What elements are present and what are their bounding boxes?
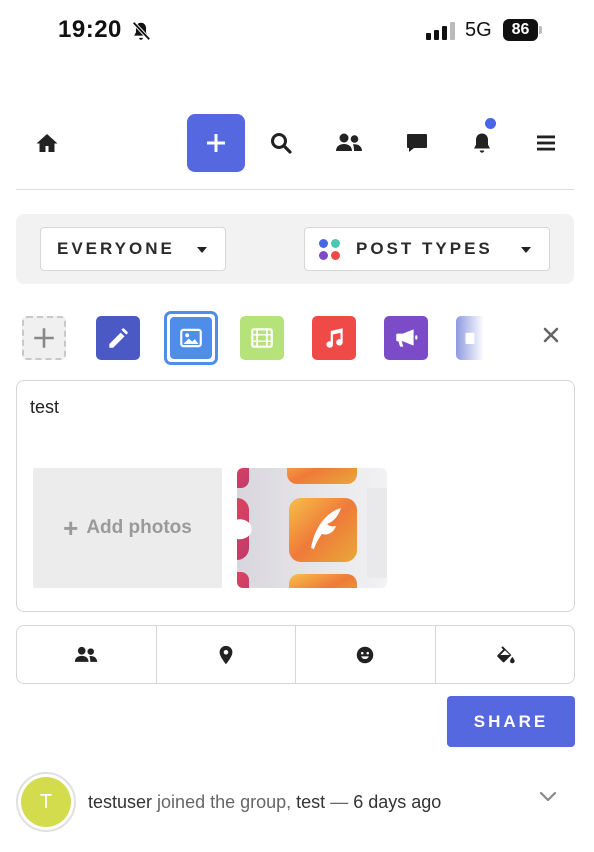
add-location-button[interactable] [157,626,296,683]
music-note-icon [326,328,343,348]
caret-down-icon [197,247,207,253]
search-icon [271,133,292,154]
top-nav [16,112,574,174]
pencil-icon [109,328,128,348]
post-type-photo-button[interactable] [164,311,218,365]
film-icon [251,328,273,348]
activity-item: T testuser joined the group, test — 6 da… [16,770,574,834]
image-icon [180,328,202,348]
uploaded-photo-thumbnail[interactable] [237,468,387,588]
paint-bucket-icon [497,645,515,663]
notification-dot [485,118,496,129]
plus-icon: + [63,512,79,543]
activity-time: 6 days ago [353,792,442,812]
post-types-label: POST TYPES [356,239,493,258]
bell-icon [474,133,490,153]
post-types-dropdown[interactable]: POST TYPES [304,227,550,271]
smiley-icon [357,646,374,663]
post-type-video-button[interactable] [240,316,284,360]
chevron-down-icon[interactable] [538,790,558,804]
more-type-icon [465,332,475,344]
close-icon[interactable] [542,326,560,344]
users-icon [336,133,362,151]
nav-divider [16,189,574,190]
members-button[interactable] [320,114,378,172]
post-type-more-button[interactable] [456,316,484,360]
battery-icon: 86 [503,19,543,41]
users-icon [75,646,98,662]
home-icon [36,134,58,152]
tag-people-button[interactable] [17,626,157,683]
background-color-button[interactable] [436,626,575,683]
plus-icon [207,134,225,152]
post-type-row [22,311,574,366]
post-type-audio-button[interactable] [312,316,356,360]
chat-icon [407,134,427,152]
activity-user-link[interactable]: testuser [88,792,152,812]
audience-filter-label: EVERYONE [57,239,175,258]
audience-filter-dropdown[interactable]: EVERYONE [40,227,226,271]
location-pin-icon [219,645,233,664]
composer-toolbar [16,625,575,684]
add-photos-button[interactable]: + Add photos [33,468,222,588]
battery-level: 86 [503,19,538,41]
avatar[interactable]: T [16,772,76,832]
activity-text: testuser joined the group, test — 6 days… [88,792,441,813]
share-button[interactable]: SHARE [447,696,575,747]
post-type-add-button[interactable] [22,316,66,360]
create-post-button[interactable] [187,114,245,172]
notifications-button[interactable] [453,114,511,172]
home-button[interactable] [18,114,76,172]
add-emoji-button[interactable] [296,626,436,683]
post-type-text-button[interactable] [96,316,140,360]
post-types-dots-icon [319,238,340,260]
messages-button[interactable] [388,114,446,172]
app-icons-photo [237,468,387,588]
activity-group-link[interactable]: test [296,792,325,812]
post-composer[interactable]: test + Add photos [16,380,575,612]
filter-bar: EVERYONE POST TYPES [16,214,574,284]
avatar-initial: T [21,777,71,827]
network-label: 5G [465,19,492,41]
search-button[interactable] [252,114,310,172]
megaphone-icon [396,329,418,347]
plus-icon [34,328,54,348]
menu-button[interactable] [517,114,575,172]
status-time: 19:20 [58,16,122,43]
activity-separator: — [330,792,349,812]
bell-off-icon [132,21,151,41]
post-text-input[interactable]: test [30,397,59,418]
caret-down-icon [521,247,531,253]
post-type-announcement-button[interactable] [384,316,428,360]
signal-icon [426,22,455,40]
activity-action: joined the group, [157,792,292,812]
status-bar: 19:20 5G 86 [0,0,594,62]
add-photos-label: Add photos [86,517,192,538]
menu-icon [537,135,555,151]
